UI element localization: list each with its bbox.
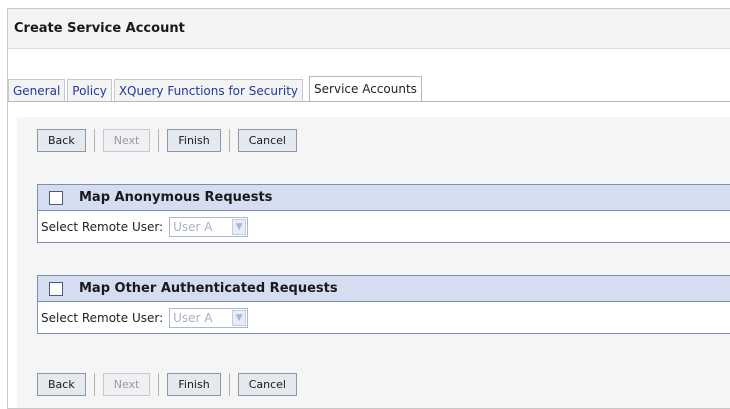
back-button[interactable]: Back — [37, 129, 86, 152]
finish-button[interactable]: Finish — [167, 129, 221, 152]
panel-body: Select Remote User: User A ▼ — [38, 302, 730, 333]
top-button-bar: Back Next Finish Cancel — [37, 129, 297, 152]
divider — [158, 129, 160, 152]
back-button[interactable]: Back — [37, 373, 86, 396]
next-button[interactable]: Next — [102, 129, 151, 152]
divider — [228, 373, 230, 396]
tab-divider — [8, 101, 730, 102]
panel-body: Select Remote User: User A ▼ — [38, 211, 730, 242]
panel-title: Map Anonymous Requests — [79, 190, 273, 205]
remote-user-select[interactable]: User A ▼ — [169, 307, 249, 328]
remote-user-select[interactable]: User A ▼ — [169, 216, 249, 237]
divider — [93, 129, 95, 152]
tab-strip: General Policy XQuery Functions for Secu… — [8, 76, 424, 102]
divider — [93, 373, 95, 396]
panel-header: Map Other Authenticated Requests — [38, 276, 730, 302]
divider — [228, 129, 230, 152]
tab-general[interactable]: General — [8, 79, 66, 102]
title-bar: Create Service Account — [8, 9, 730, 49]
finish-button[interactable]: Finish — [167, 373, 221, 396]
select-value: User A — [173, 219, 213, 234]
bottom-button-bar: Back Next Finish Cancel — [37, 373, 297, 396]
map-anonymous-requests-checkbox[interactable] — [49, 190, 63, 205]
cancel-button[interactable]: Cancel — [237, 129, 297, 152]
tab-service-accounts[interactable]: Service Accounts — [309, 76, 422, 102]
map-other-authenticated-requests-checkbox[interactable] — [49, 281, 63, 296]
panel-title: Map Other Authenticated Requests — [79, 281, 338, 296]
page-title: Create Service Account — [14, 21, 185, 36]
next-button[interactable]: Next — [102, 373, 151, 396]
divider — [158, 373, 160, 396]
cancel-button[interactable]: Cancel — [237, 373, 297, 396]
map-anonymous-requests-panel: Map Anonymous Requests Select Remote Use… — [37, 184, 730, 243]
select-remote-user-label: Select Remote User: — [41, 310, 164, 325]
tab-policy[interactable]: Policy — [67, 79, 112, 102]
map-other-authenticated-requests-panel: Map Other Authenticated Requests Select … — [37, 275, 730, 334]
chevron-down-icon[interactable]: ▼ — [232, 309, 247, 326]
create-service-account-window: Create Service Account General Policy XQ… — [7, 8, 730, 409]
tab-content: Back Next Finish Cancel Map Anonymous Re… — [17, 117, 730, 408]
select-value: User A — [173, 310, 213, 325]
panel-header: Map Anonymous Requests — [38, 185, 730, 211]
tab-xquery-functions[interactable]: XQuery Functions for Security — [113, 79, 304, 102]
select-remote-user-label: Select Remote User: — [41, 219, 164, 234]
chevron-down-icon[interactable]: ▼ — [232, 218, 247, 235]
